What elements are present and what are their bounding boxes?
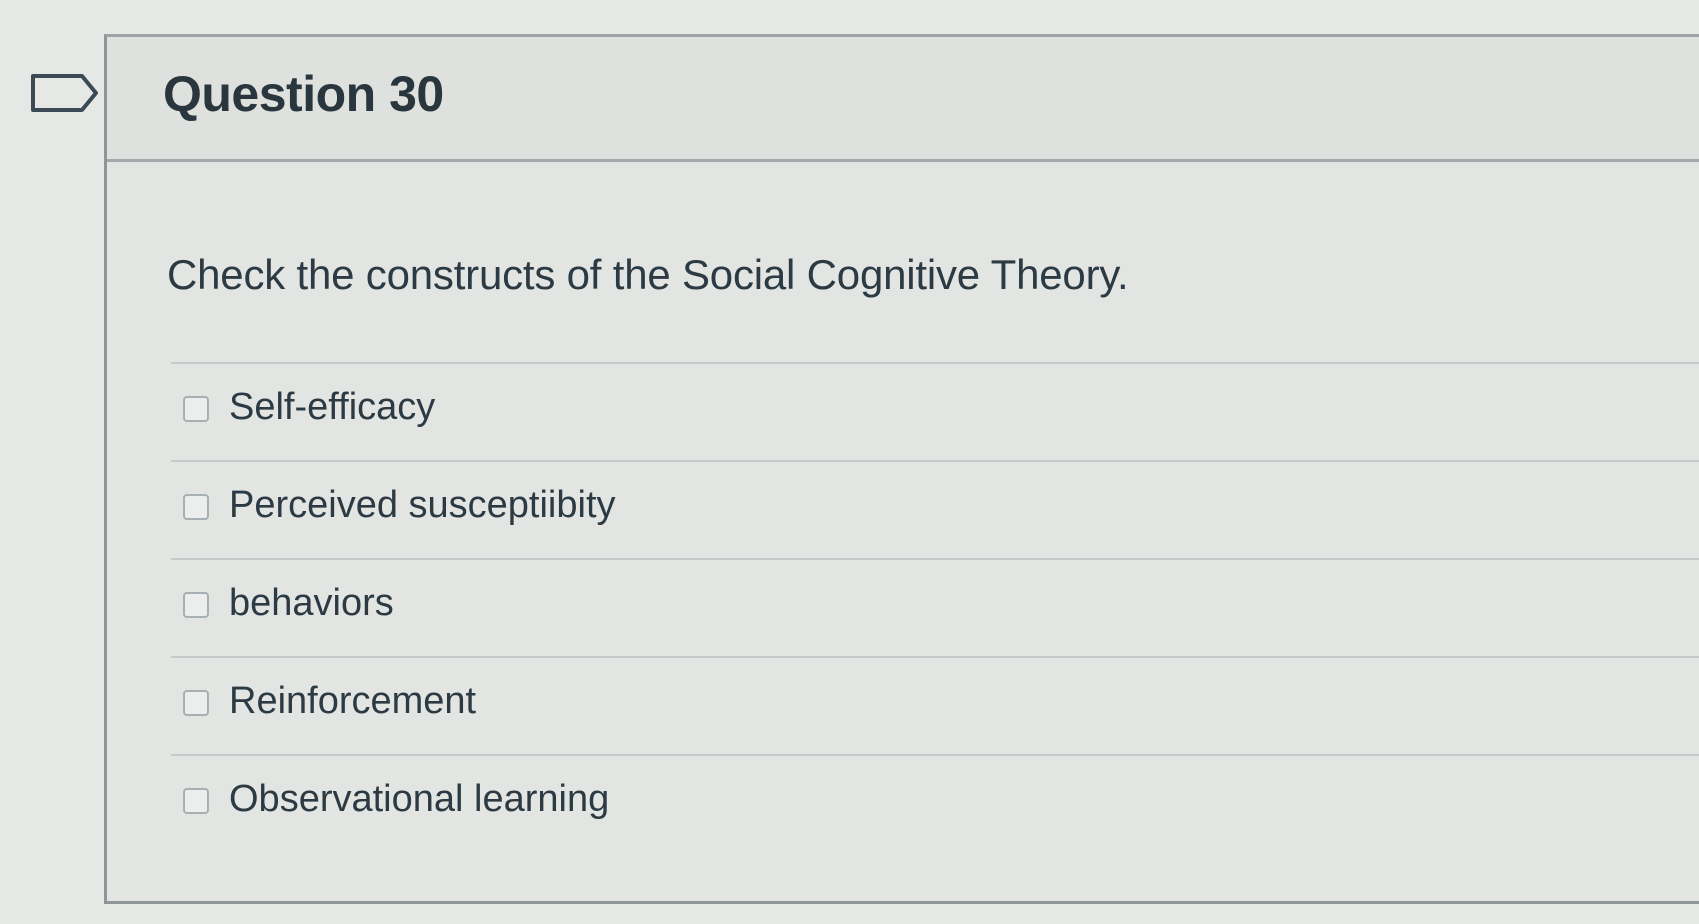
flag-question-icon[interactable]: [30, 72, 100, 114]
answer-checkbox[interactable]: [183, 788, 209, 814]
question-card: Question 30 Check the constructs of the …: [104, 34, 1699, 904]
answer-option-self-efficacy[interactable]: Self-efficacy: [171, 364, 1699, 462]
answer-option-observational-learning[interactable]: Observational learning: [171, 756, 1699, 854]
answer-label[interactable]: Reinforcement: [229, 680, 476, 723]
question-header: Question 30: [107, 37, 1699, 162]
answer-label[interactable]: Self-efficacy: [229, 386, 435, 429]
answer-list: Self-efficacy Perceived susceptiibity be…: [171, 362, 1699, 854]
answer-label[interactable]: behaviors: [229, 582, 394, 625]
question-text: Check the constructs of the Social Cogni…: [167, 251, 1129, 298]
answer-checkbox[interactable]: [183, 592, 209, 618]
answer-checkbox[interactable]: [183, 396, 209, 422]
answer-checkbox[interactable]: [183, 690, 209, 716]
answer-option-perceived-susceptibility[interactable]: Perceived susceptiibity: [171, 462, 1699, 560]
answer-option-reinforcement[interactable]: Reinforcement: [171, 658, 1699, 756]
answer-option-behaviors[interactable]: behaviors: [171, 560, 1699, 658]
answer-label[interactable]: Observational learning: [229, 778, 609, 821]
answer-label[interactable]: Perceived susceptiibity: [229, 484, 616, 527]
question-title: Question 30: [163, 66, 444, 122]
answer-checkbox[interactable]: [183, 494, 209, 520]
